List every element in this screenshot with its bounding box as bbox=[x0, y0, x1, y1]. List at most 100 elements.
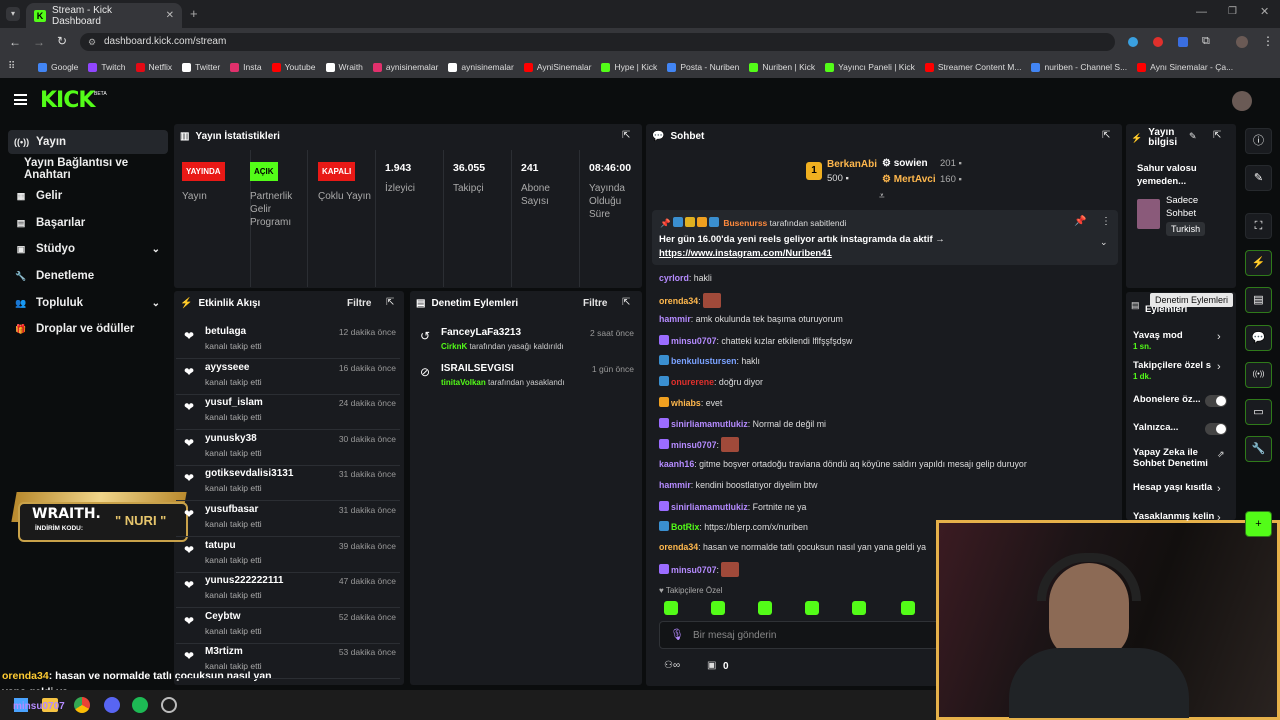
popout-icon[interactable]: ⇱ bbox=[1102, 130, 1110, 141]
sidebar-item[interactable]: 👥 Topluluk ⌄ bbox=[8, 291, 168, 315]
edit-icon[interactable]: ✎ bbox=[1245, 165, 1272, 191]
extension-icon[interactable] bbox=[1153, 37, 1163, 47]
emote-icon[interactable] bbox=[758, 601, 772, 615]
mod-setting-row[interactable]: Takipçilere özel s1 dk. bbox=[1133, 360, 1219, 382]
popout-icon[interactable]: ⇱ bbox=[622, 297, 630, 308]
hamburger-menu-icon[interactable] bbox=[14, 94, 27, 105]
moderation-filter-button[interactable]: Filtre bbox=[583, 298, 607, 309]
chat-username[interactable]: orenda34 bbox=[659, 296, 698, 306]
mod-setting-row[interactable]: Yapay Zeka ile Sohbet Denetimi bbox=[1133, 447, 1213, 469]
minimize-icon[interactable]: — bbox=[1196, 6, 1207, 18]
follower-name[interactable]: yunusky38 bbox=[205, 433, 257, 444]
chat-username[interactable]: hammir bbox=[659, 314, 691, 324]
kick-logo[interactable]: KICK bbox=[40, 88, 95, 113]
follower-name[interactable]: Ceybtw bbox=[205, 611, 241, 622]
profile-icon[interactable] bbox=[1236, 36, 1248, 48]
user-avatar[interactable] bbox=[1232, 91, 1252, 111]
sidebar-item[interactable]: ▣ Stüdyo ⌄ bbox=[8, 237, 168, 261]
bookmark-item[interactable]: Wraith bbox=[325, 62, 363, 72]
bookmark-item[interactable]: Netflix bbox=[135, 62, 172, 72]
follower-name[interactable]: yunus222222111 bbox=[205, 575, 283, 586]
bookmark-item[interactable]: Streamer Content M... bbox=[924, 62, 1021, 72]
add-icon[interactable]: + bbox=[1245, 511, 1272, 537]
follower-name[interactable]: tatupu bbox=[205, 540, 236, 551]
broadcast-icon[interactable]: ((•)) bbox=[1245, 362, 1272, 388]
moderated-user[interactable]: ISRAILSEVGISI bbox=[441, 363, 514, 374]
moderator-name[interactable]: tinitaVolkan bbox=[441, 378, 486, 387]
external-link-icon[interactable]: ⇗ bbox=[1217, 449, 1225, 460]
bookmark-item[interactable]: Insta bbox=[230, 62, 262, 72]
store-icon[interactable]: ▣ bbox=[707, 660, 716, 671]
bookmark-item[interactable]: Nuriben | Kick bbox=[749, 62, 815, 72]
chat-username[interactable]: sinirliamamutlukiz bbox=[671, 502, 748, 512]
chat-username[interactable]: hammir bbox=[659, 480, 691, 490]
sidebar-item[interactable]: ▤ Başarılar bbox=[8, 211, 168, 235]
close-tab-icon[interactable]: ✕ bbox=[166, 10, 174, 21]
info-icon[interactable]: ⓘ bbox=[1245, 128, 1272, 154]
toggle-switch[interactable] bbox=[1205, 423, 1227, 435]
chat-username[interactable]: minsu0707 bbox=[671, 440, 716, 450]
bookmark-item[interactable]: nuriben - Channel S... bbox=[1031, 62, 1127, 72]
tab-search-icon[interactable]: ▾ bbox=[6, 7, 20, 21]
follower-name[interactable]: M3rtizm bbox=[205, 646, 243, 657]
popout-icon[interactable]: ⇱ bbox=[386, 297, 394, 308]
leader-name[interactable]: ⚙ MertAvci bbox=[882, 174, 936, 185]
emote-icon[interactable] bbox=[711, 601, 725, 615]
extension-icon[interactable] bbox=[1178, 37, 1188, 47]
unpin-icon[interactable]: 📌 bbox=[1074, 216, 1086, 227]
lightning-icon[interactable]: ⚡ bbox=[1245, 250, 1272, 276]
microphone-icon[interactable]: 🎙 bbox=[670, 628, 684, 641]
pinned-link[interactable]: https://www.instagram.com/Nuriben41 bbox=[659, 248, 832, 259]
leader-name[interactable]: ⚙ sowien bbox=[882, 158, 928, 169]
follower-name[interactable]: betulaga bbox=[205, 326, 246, 337]
bookmark-item[interactable]: AyniSinemalar bbox=[523, 62, 591, 72]
chat-icon[interactable]: 💬 bbox=[1245, 325, 1272, 351]
pinned-user[interactable]: Busenurss bbox=[723, 218, 767, 228]
bookmark-item[interactable]: Twitter bbox=[182, 62, 220, 72]
chat-username[interactable]: whiabs bbox=[671, 398, 701, 408]
forward-icon[interactable]: → bbox=[33, 35, 45, 49]
follower-name[interactable]: yusufbasar bbox=[205, 504, 258, 515]
new-tab-icon[interactable]: + bbox=[190, 6, 198, 21]
app-icon[interactable] bbox=[161, 697, 177, 713]
bookmark-item[interactable]: Twitch bbox=[88, 62, 126, 72]
bookmark-item[interactable]: Yayıncı Paneli | Kick bbox=[825, 62, 915, 72]
chevron-down-icon[interactable]: ⌄ bbox=[1100, 237, 1108, 248]
follower-name[interactable]: gotiksevdalisi3131 bbox=[205, 468, 293, 479]
document-icon[interactable]: ▤ bbox=[1245, 287, 1272, 313]
bookmark-item[interactable]: Youtube bbox=[271, 62, 316, 72]
popout-icon[interactable]: ⇱ bbox=[1213, 130, 1221, 141]
fullscreen-icon[interactable]: ⛶ bbox=[1245, 213, 1272, 239]
popout-icon[interactable]: ⇱ bbox=[622, 130, 630, 141]
sidebar-item[interactable]: Yayın Bağlantısı ve Anahtarı bbox=[8, 157, 168, 181]
wrench-icon[interactable]: 🔧 bbox=[1245, 436, 1272, 462]
toggle-switch[interactable] bbox=[1205, 395, 1227, 407]
mod-setting-row[interactable]: Yasaklanmış kelin bbox=[1133, 511, 1219, 522]
bookmark-item[interactable]: aynisinemalar bbox=[448, 62, 514, 72]
emote-icon[interactable] bbox=[805, 601, 819, 615]
maximize-icon[interactable]: ❐ bbox=[1228, 6, 1237, 17]
sidebar-item[interactable]: 🎁 Droplar ve ödüller bbox=[8, 317, 168, 341]
category-name[interactable]: Sadece Sohbet bbox=[1166, 194, 1226, 220]
mod-setting-row[interactable]: Yavaş mod 1 sn. bbox=[1133, 330, 1219, 352]
chat-settings-icon[interactable]: ⚇∞ bbox=[664, 660, 680, 671]
browser-tab[interactable]: K Stream - Kick Dashboard ✕ bbox=[26, 3, 182, 28]
layout-icon[interactable]: ▭ bbox=[1245, 399, 1272, 425]
chevron-right-icon[interactable]: › bbox=[1217, 483, 1221, 495]
chat-username[interactable]: minsu0707 bbox=[671, 336, 716, 346]
leader-name[interactable]: BerkanAbi bbox=[827, 159, 877, 170]
bookmark-item[interactable]: Google bbox=[38, 62, 78, 72]
chevron-right-icon[interactable]: › bbox=[1217, 361, 1221, 373]
mod-setting-row[interactable]: Hesap yaşı kısıtla bbox=[1133, 482, 1219, 493]
moderator-name[interactable]: CirknK bbox=[441, 342, 467, 351]
reload-icon[interactable]: ↻ bbox=[57, 34, 67, 48]
expand-down-icon[interactable]: ⩡ bbox=[879, 191, 885, 202]
bookmark-item[interactable]: Hype | Kick bbox=[601, 62, 657, 72]
chevron-right-icon[interactable]: › bbox=[1217, 512, 1221, 524]
more-options-icon[interactable]: ⋮ bbox=[1101, 216, 1111, 227]
moderated-user[interactable]: FanceyLaFa3213 bbox=[441, 327, 521, 338]
extension-icon[interactable] bbox=[1128, 37, 1138, 47]
url-field[interactable]: ⚙ dashboard.kick.com/stream bbox=[80, 33, 1115, 51]
browser-menu-icon[interactable]: ⋮ bbox=[1262, 34, 1274, 48]
chrome-icon[interactable] bbox=[74, 697, 90, 713]
